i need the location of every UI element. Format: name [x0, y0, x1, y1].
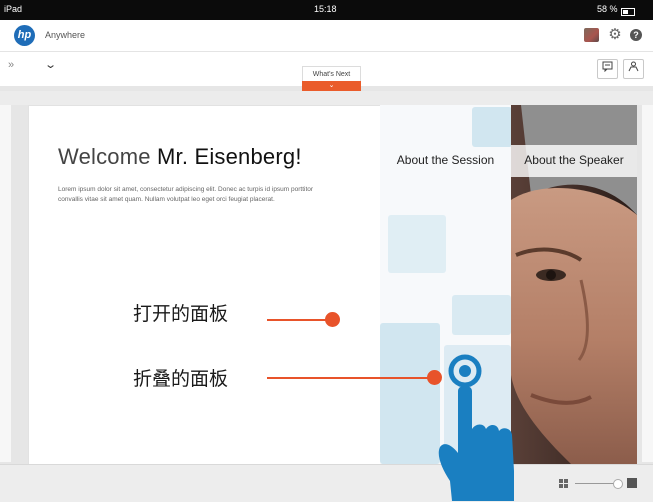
decor-square	[380, 323, 440, 464]
battery-indicator: 58 %	[597, 4, 635, 16]
content-strip	[0, 91, 653, 105]
welcome-panel[interactable]: Welcome Mr. Eisenberg! Lorem ipsum dolor…	[28, 105, 381, 466]
single-view-icon[interactable]	[627, 478, 637, 488]
gear-icon[interactable]: ⚙	[606, 26, 624, 44]
left-gutter	[0, 105, 11, 462]
battery-icon	[620, 8, 635, 16]
welcome-body: Lorem ipsum dolor sit amet, consectetur …	[58, 186, 314, 203]
battery-level: 58 %	[597, 4, 618, 14]
whats-next-tab[interactable]: What's Next	[302, 66, 361, 82]
welcome-heading: Welcome Mr. Eisenberg!	[58, 144, 302, 170]
speaker-panel[interactable]: About the Speaker	[511, 105, 637, 464]
device-label: iPad	[4, 4, 23, 14]
annotation-open-panel: 打开的面板	[133, 303, 229, 325]
annotation-folded-panel: 折叠的面板	[133, 368, 229, 390]
chevron-down-icon: ⌄	[328, 82, 335, 89]
grid-view-icon[interactable]	[559, 479, 568, 488]
decor-square	[472, 107, 511, 147]
avatar-icon[interactable]	[584, 28, 599, 42]
touch-hand-icon	[438, 354, 514, 501]
comment-button[interactable]	[597, 59, 618, 79]
app-header: hp Anywhere ⚙ ?	[0, 20, 653, 52]
presenter-icon	[628, 61, 639, 72]
annotation-line	[267, 377, 433, 379]
hp-logo[interactable]: hp	[14, 25, 35, 46]
presenter-button[interactable]	[623, 59, 644, 79]
welcome-name: Mr. Eisenberg!	[157, 144, 302, 169]
annotation-dot	[325, 312, 340, 327]
app-name: Anywhere	[45, 30, 86, 40]
decor-square	[452, 295, 511, 335]
clock: 15:18	[314, 4, 337, 14]
help-icon[interactable]: ?	[630, 29, 642, 41]
comment-icon	[602, 61, 613, 73]
session-title: About the Session	[396, 153, 495, 167]
annotation-line	[267, 319, 333, 321]
bottom-bar	[0, 464, 653, 502]
expand-sidebar-icon[interactable]: »	[8, 59, 14, 71]
right-gutter	[642, 105, 653, 462]
chevron-down-icon[interactable]: ⌄	[44, 58, 57, 71]
whats-next-toggle[interactable]: ⌄	[302, 81, 361, 91]
welcome-greeting: Welcome	[58, 144, 151, 169]
speaker-title: About the Speaker	[524, 153, 624, 167]
status-bar: iPad 15:18 58 %	[0, 0, 653, 20]
decor-square	[388, 215, 446, 273]
zoom-slider-handle[interactable]	[613, 479, 623, 489]
